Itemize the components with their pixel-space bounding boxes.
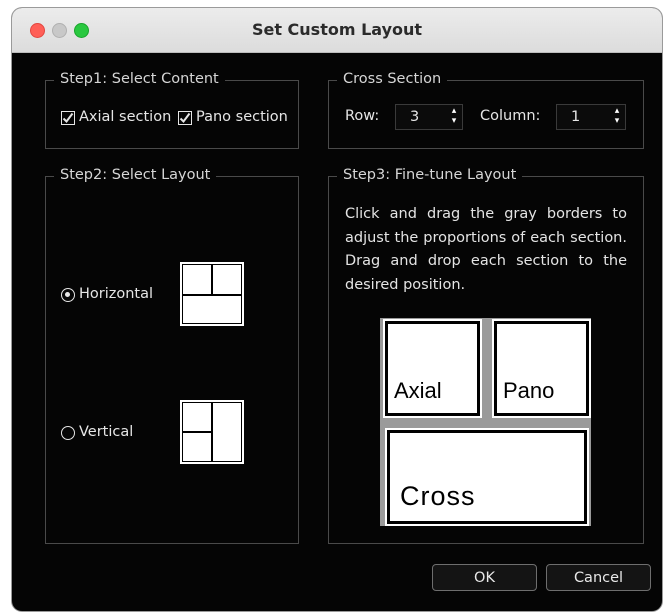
step1-legend: Step1: Select Content: [54, 71, 225, 87]
row-value[interactable]: 3: [410, 105, 419, 129]
step2-group: Step2: Select Layout: [45, 167, 299, 544]
ok-button[interactable]: OK: [432, 564, 537, 591]
horizontal-radio[interactable]: [61, 288, 75, 302]
row-label: Row:: [345, 108, 380, 124]
horizontal-layout-icon[interactable]: [180, 262, 244, 326]
cancel-button[interactable]: Cancel: [546, 564, 651, 591]
vertical-radio[interactable]: [61, 426, 75, 440]
instructions-text: Click and drag the gray borders to adjus…: [345, 206, 627, 293]
pano-preview-section[interactable]: Pano: [492, 319, 591, 418]
row-decrement-icon[interactable]: ▾: [449, 116, 459, 126]
column-stepper[interactable]: 1 ▴ ▾: [556, 104, 626, 130]
title-bar: Set Custom Layout: [12, 8, 662, 53]
column-stepper-arrows[interactable]: ▴ ▾: [612, 106, 622, 128]
row-stepper-arrows[interactable]: ▴ ▾: [449, 106, 459, 128]
vertical-layout-icon[interactable]: [180, 400, 244, 464]
step3-legend: Step3: Fine-tune Layout: [337, 167, 523, 183]
column-increment-icon[interactable]: ▴: [612, 106, 622, 116]
column-decrement-icon[interactable]: ▾: [612, 116, 622, 126]
axial-section-checkbox[interactable]: [61, 111, 75, 125]
pano-section-checkbox[interactable]: [178, 111, 192, 125]
column-value[interactable]: 1: [571, 105, 580, 129]
row-stepper[interactable]: 3 ▴ ▾: [395, 104, 463, 130]
checkmark-icon: [179, 112, 191, 124]
column-label: Column:: [480, 108, 541, 124]
pano-section-label[interactable]: Pano section: [196, 109, 288, 125]
vertical-label[interactable]: Vertical: [79, 424, 133, 440]
horizontal-label[interactable]: Horizontal: [79, 286, 153, 302]
pano-preview-label: Pano: [503, 378, 555, 403]
cross-preview-section[interactable]: Cross: [385, 428, 589, 526]
checkmark-icon: [62, 112, 74, 124]
window-title: Set Custom Layout: [251, 20, 423, 39]
axial-preview-section[interactable]: Axial: [383, 319, 482, 418]
step2-legend: Step2: Select Layout: [54, 167, 217, 183]
layout-preview[interactable]: Axial Pano Cross: [380, 318, 591, 526]
row-increment-icon[interactable]: ▴: [449, 106, 459, 116]
axial-section-label[interactable]: Axial section: [79, 109, 171, 125]
axial-preview-label: Axial: [394, 378, 442, 403]
cross-preview-label: Cross: [400, 481, 476, 511]
cross-section-legend: Cross Section: [337, 71, 448, 87]
